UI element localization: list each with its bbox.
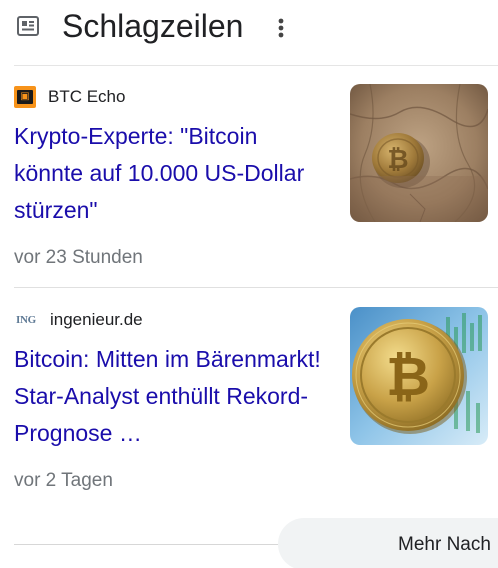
newspaper-icon (17, 16, 39, 36)
news-source: ING ingenieur.de (14, 309, 143, 331)
item-divider (14, 287, 498, 288)
svg-text:₿: ₿ (387, 145, 408, 175)
btc-echo-logo: ▣ (14, 86, 36, 108)
footer-divider (14, 544, 286, 545)
headlines-card: Schlagzeilen ▣ BTC Echo Krypto-Experte: … (0, 0, 498, 568)
card-header: Schlagzeilen (0, 0, 498, 64)
more-vert-icon[interactable] (271, 14, 291, 42)
ingenieur-logo: ING (16, 314, 36, 326)
news-timestamp: vor 2 Tagen (14, 470, 113, 491)
source-name: ingenieur.de (50, 310, 143, 329)
news-thumbnail[interactable]: ₿ (350, 84, 488, 222)
more-news-button[interactable]: Mehr Nach (278, 518, 498, 568)
source-name: BTC Echo (48, 87, 126, 106)
page-title: Schlagzeilen (62, 8, 244, 44)
news-source: ▣ BTC Echo (14, 86, 125, 108)
news-thumbnail[interactable]: ₿ (350, 307, 488, 445)
news-headline-link[interactable]: Krypto-Experte: "Bitcoin könnte auf 10.0… (14, 118, 332, 229)
bitcoin-coin-on-chart: ₿ (350, 307, 488, 445)
svg-text:₿: ₿ (386, 345, 430, 408)
news-item[interactable]: ING ingenieur.de Bitcoin: Mitten im Bäre… (0, 289, 498, 511)
news-headline-link[interactable]: Bitcoin: Mitten im Bärenmarkt! Star-Anal… (14, 341, 332, 452)
news-timestamp: vor 23 Stunden (14, 247, 143, 268)
news-item[interactable]: ▣ BTC Echo Krypto-Experte: "Bitcoin könn… (0, 66, 498, 288)
bitcoin-coin-in-dry-earth: ₿ (350, 84, 488, 222)
more-news-label: Mehr Nach (398, 534, 491, 555)
